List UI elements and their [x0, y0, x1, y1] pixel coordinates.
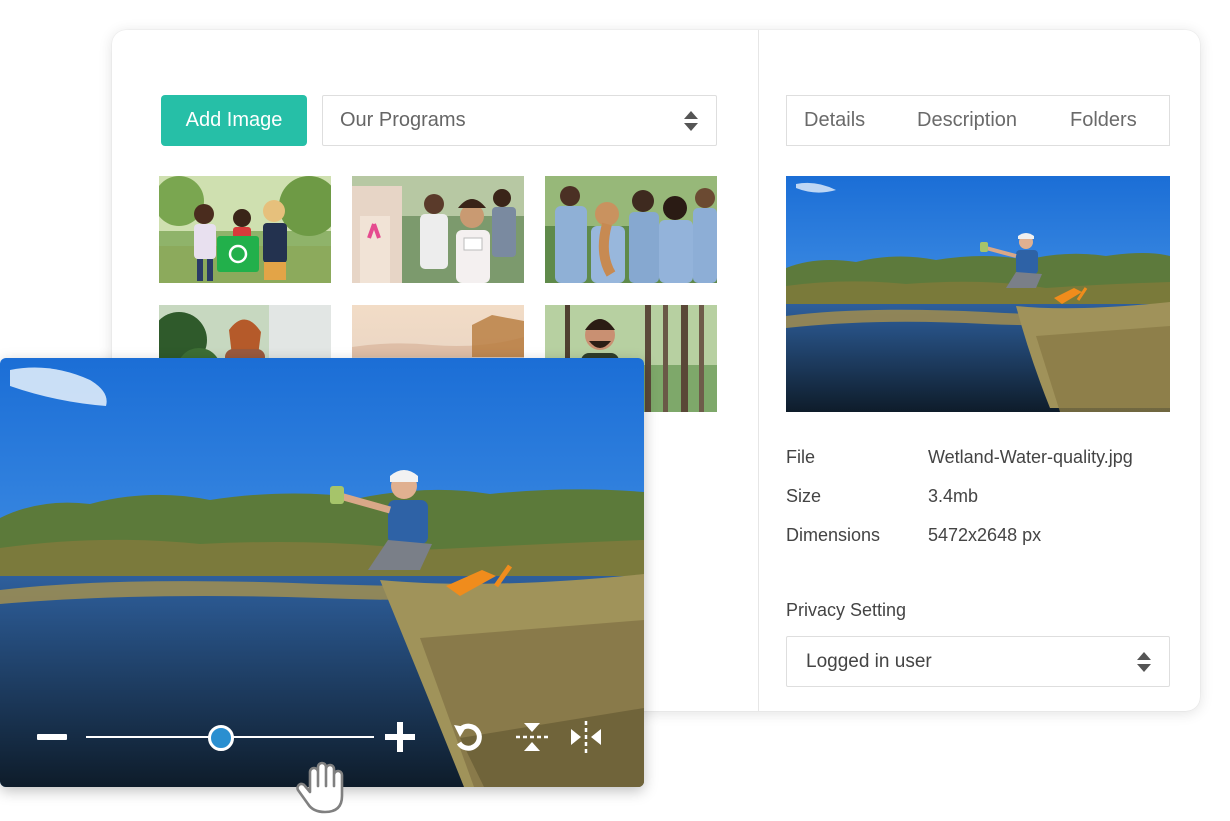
flip-vertical-icon[interactable]	[516, 722, 548, 752]
flip-horizontal-icon[interactable]	[570, 721, 602, 753]
tab-details[interactable]: Details	[804, 109, 865, 132]
privacy-setting-label: Privacy Setting	[786, 600, 907, 620]
tab-folders[interactable]: Folders	[1070, 109, 1137, 132]
size-value: 3.4mb	[928, 486, 979, 506]
dimensions-value: 5472x2648 px	[928, 525, 1042, 545]
select-caret-icon	[684, 110, 698, 131]
hand-cursor-icon	[296, 758, 354, 816]
file-value: Wetland-Water-quality.jpg	[928, 447, 1133, 467]
gallery-thumb-kids-recycling[interactable]	[159, 176, 331, 283]
dimensions-label: Dimensions	[786, 525, 881, 545]
folder-select-value: Our Programs	[340, 109, 466, 131]
folder-select[interactable]: Our Programs	[322, 95, 717, 146]
select-caret-icon	[1137, 651, 1151, 672]
size-label: Size	[786, 486, 822, 506]
zoom-in-plus-icon[interactable]	[385, 722, 415, 752]
gallery-thumb-volunteers-group[interactable]	[545, 176, 717, 283]
gallery-thumb-pink-ribbon-run[interactable]	[352, 176, 524, 283]
rotate-icon[interactable]	[452, 721, 486, 753]
panel-divider	[758, 30, 759, 711]
add-image-button[interactable]: Add Image	[161, 95, 307, 146]
privacy-select-value: Logged in user	[806, 650, 932, 672]
selected-image-preview	[786, 176, 1170, 412]
privacy-select[interactable]: Logged in user	[786, 636, 1170, 687]
image-editor-overlay	[0, 358, 644, 787]
zoom-out-minus-icon[interactable]	[37, 734, 67, 740]
file-label: File	[786, 447, 816, 467]
details-tabs: Details Description Folders	[786, 95, 1170, 146]
tab-description[interactable]: Description	[917, 109, 1017, 132]
